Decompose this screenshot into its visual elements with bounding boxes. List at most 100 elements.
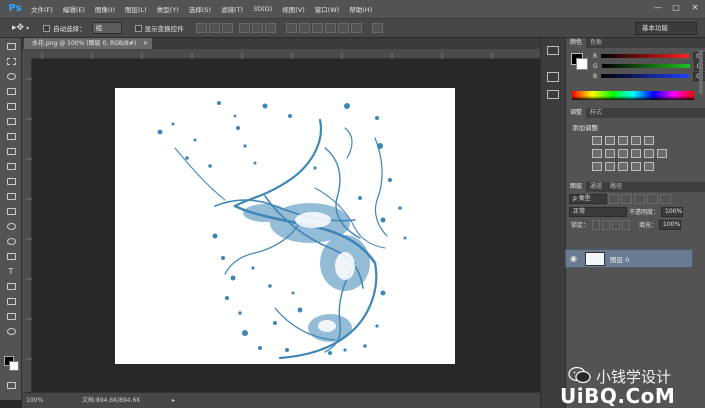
- menu-type[interactable]: 类型(Y): [152, 4, 184, 14]
- invert-icon[interactable]: [592, 162, 602, 171]
- menu-filter[interactable]: 滤镜(T): [216, 4, 248, 14]
- channel-slider-g[interactable]: [601, 64, 690, 68]
- color-background-swatch[interactable]: [576, 58, 588, 70]
- distribute-bottom-icon[interactable]: [311, 23, 323, 33]
- lock-pixels-icon[interactable]: [602, 219, 611, 230]
- history-panel-icon[interactable]: [547, 46, 559, 55]
- background-color-swatch[interactable]: [9, 361, 19, 371]
- menu-3d[interactable]: 3D(D): [248, 5, 277, 13]
- auto-select-dropdown[interactable]: 组: [91, 22, 122, 34]
- move-tool-icon[interactable]: ▸✥: [12, 23, 24, 33]
- blur-tool-icon[interactable]: [4, 220, 18, 232]
- menu-window[interactable]: 窗口(W): [310, 4, 345, 14]
- eraser-tool-icon[interactable]: [4, 190, 18, 202]
- photo-filter-icon[interactable]: [631, 149, 641, 158]
- minimize-button[interactable]: —: [651, 2, 665, 14]
- menu-view[interactable]: 视图(V): [277, 4, 310, 14]
- lock-all-icon[interactable]: [622, 219, 631, 230]
- history-brush-tool-icon[interactable]: [4, 175, 18, 187]
- document-tab[interactable]: 水花.png @ 100% (图层 0, RGB/8#) ×: [24, 38, 152, 49]
- crop-tool-icon[interactable]: [4, 100, 18, 112]
- brightness-contrast-icon[interactable]: [592, 136, 602, 145]
- align-top-icon[interactable]: [195, 23, 207, 33]
- shape-tool-icon[interactable]: [4, 295, 18, 307]
- layer-filter-dropdown[interactable]: ρ 类型: [569, 193, 607, 204]
- menu-edit[interactable]: 编辑(E): [58, 4, 90, 14]
- status-arrow-icon[interactable]: ▸: [172, 393, 175, 408]
- show-transform-checkbox[interactable]: [134, 24, 142, 32]
- marquee-tool-icon[interactable]: [4, 55, 18, 67]
- fill-value[interactable]: 100%: [659, 219, 682, 230]
- gradient-map-icon[interactable]: [631, 162, 641, 171]
- move-tool-icon[interactable]: [4, 40, 18, 52]
- menu-select[interactable]: 选择(S): [184, 4, 216, 14]
- filter-type-icon[interactable]: [634, 193, 645, 204]
- layer-visibility-eye-icon[interactable]: ◉: [570, 254, 577, 263]
- filter-pixel-icon[interactable]: [608, 193, 619, 204]
- zoom-level[interactable]: 100%: [26, 393, 43, 408]
- distribute-left-icon[interactable]: [324, 23, 336, 33]
- distribute-hcenter-icon[interactable]: [337, 23, 349, 33]
- tab-paths[interactable]: 路径: [606, 182, 626, 192]
- healing-brush-tool-icon[interactable]: [4, 130, 18, 142]
- brush-tool-icon[interactable]: [4, 145, 18, 157]
- document-info[interactable]: 文档:894.6K/894.6K: [82, 393, 140, 408]
- levels-icon[interactable]: [605, 136, 615, 145]
- tab-swatches[interactable]: 色板: [586, 38, 606, 48]
- maximize-button[interactable]: □: [669, 2, 683, 14]
- filter-smart-object-icon[interactable]: [660, 193, 671, 204]
- canvas-area[interactable]: [32, 59, 540, 392]
- exposure-icon[interactable]: [631, 136, 641, 145]
- document-canvas[interactable]: [115, 88, 455, 364]
- zoom-tool-icon[interactable]: [4, 325, 18, 337]
- auto-align-icon[interactable]: [371, 23, 383, 33]
- menu-layer[interactable]: 图层(L): [120, 4, 152, 14]
- curves-icon[interactable]: [618, 136, 628, 145]
- channel-slider-r[interactable]: [601, 54, 690, 58]
- close-button[interactable]: ✕: [688, 2, 702, 14]
- color-balance-icon[interactable]: [605, 149, 615, 158]
- workspace-dropdown[interactable]: 基本功能: [635, 22, 697, 35]
- distribute-vcenter-icon[interactable]: [298, 23, 310, 33]
- type-tool-icon[interactable]: T: [4, 265, 18, 277]
- align-vcenter-icon[interactable]: [208, 23, 220, 33]
- eyedropper-tool-icon[interactable]: [4, 115, 18, 127]
- threshold-icon[interactable]: [618, 162, 628, 171]
- gradient-tool-icon[interactable]: [4, 205, 18, 217]
- clone-stamp-tool-icon[interactable]: [4, 160, 18, 172]
- color-lookup-icon[interactable]: [657, 149, 667, 158]
- lasso-tool-icon[interactable]: [4, 70, 18, 82]
- blend-mode-dropdown[interactable]: 正常: [569, 206, 627, 217]
- color-panel-scrollbar[interactable]: [699, 50, 703, 94]
- tab-layers[interactable]: 图层: [566, 182, 587, 192]
- filter-shape-icon[interactable]: [647, 193, 658, 204]
- tab-channels[interactable]: 通道: [586, 182, 606, 192]
- lock-transparent-icon[interactable]: [592, 219, 601, 230]
- distribute-top-icon[interactable]: [285, 23, 297, 33]
- distribute-right-icon[interactable]: [350, 23, 362, 33]
- align-hcenter-icon[interactable]: [251, 23, 263, 33]
- selective-color-icon[interactable]: [644, 162, 654, 171]
- filter-adjustment-icon[interactable]: [621, 193, 632, 204]
- pen-tool-icon[interactable]: [4, 250, 18, 262]
- align-bottom-icon[interactable]: [221, 23, 233, 33]
- layer-row-selected[interactable]: ◉ 图层 0: [565, 249, 693, 268]
- hand-tool-icon[interactable]: [4, 310, 18, 322]
- layer-name[interactable]: 图层 0: [610, 254, 629, 264]
- tab-adjustments[interactable]: 调整: [566, 108, 587, 118]
- tab-color[interactable]: 颜色: [566, 38, 587, 48]
- color-spectrum-bar[interactable]: [572, 91, 694, 100]
- tab-styles[interactable]: 样式: [586, 108, 606, 118]
- posterize-icon[interactable]: [605, 162, 615, 171]
- vibrance-icon[interactable]: [644, 136, 654, 145]
- character-panel-icon[interactable]: [547, 72, 559, 82]
- opacity-value[interactable]: 100%: [661, 206, 684, 217]
- document-close-icon[interactable]: ×: [143, 38, 148, 49]
- channel-mixer-icon[interactable]: [644, 149, 654, 158]
- tool-preset-dropdown-icon[interactable]: ▾: [26, 25, 29, 32]
- align-right-icon[interactable]: [264, 23, 276, 33]
- quick-select-tool-icon[interactable]: [4, 85, 18, 97]
- path-select-tool-icon[interactable]: [4, 280, 18, 292]
- align-left-icon[interactable]: [238, 23, 250, 33]
- menu-image[interactable]: 图像(I): [90, 4, 120, 14]
